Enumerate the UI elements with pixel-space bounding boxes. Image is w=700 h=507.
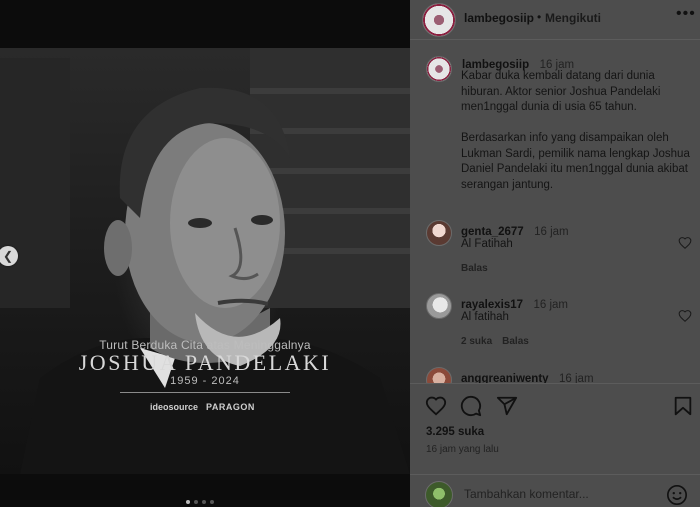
comments-list[interactable]: lambegosiip 16 jam Kabar duka kembali da… bbox=[410, 41, 700, 383]
ideosource-logo: ideosource bbox=[150, 402, 199, 412]
comment-time: 16 jam bbox=[559, 373, 594, 383]
comment-icon[interactable] bbox=[460, 395, 482, 417]
more-options-icon[interactable]: ••• bbox=[676, 5, 696, 23]
emoji-icon[interactable] bbox=[666, 484, 688, 506]
add-comment-bar bbox=[410, 474, 700, 507]
portrait-illustration bbox=[20, 87, 410, 474]
like-comment-heart-icon[interactable] bbox=[678, 309, 692, 323]
post-header: lambegosiip • Mengikuti ••• bbox=[410, 0, 700, 40]
header-separator: • bbox=[537, 10, 542, 24]
comment-username[interactable]: anggreaniwenty bbox=[461, 373, 549, 383]
reply-button[interactable]: Balas bbox=[502, 336, 529, 347]
following-button[interactable]: Mengikuti bbox=[545, 11, 601, 25]
carousel-indicator bbox=[186, 500, 214, 504]
chevron-left-icon: ❮ bbox=[2, 249, 14, 263]
commenter-avatar[interactable] bbox=[426, 367, 452, 383]
author-username[interactable]: lambegosiip bbox=[464, 11, 534, 25]
bookmark-icon[interactable] bbox=[672, 395, 694, 417]
like-comment-heart-icon[interactable] bbox=[678, 236, 692, 250]
share-icon[interactable] bbox=[496, 395, 518, 417]
post-side-panel: lambegosiip • Mengikuti ••• lambegosiip … bbox=[410, 0, 700, 507]
carousel-dot bbox=[210, 500, 214, 504]
carousel-dot bbox=[194, 500, 198, 504]
carousel-dot-active bbox=[186, 500, 190, 504]
paragon-logo: PARAGON bbox=[206, 402, 255, 412]
author-avatar[interactable] bbox=[422, 3, 456, 37]
comment-time: 16 jam bbox=[534, 226, 569, 238]
heart-icon[interactable] bbox=[425, 395, 447, 417]
carousel-dot bbox=[202, 500, 206, 504]
post-photo bbox=[0, 48, 410, 474]
commenter-avatar[interactable] bbox=[426, 220, 452, 246]
tribute-years: 1959 - 2024 bbox=[170, 375, 240, 387]
comment-likes[interactable]: 2 suka bbox=[461, 336, 492, 347]
tribute-name: JOSHUA PANDELAKI bbox=[78, 350, 332, 375]
current-user-avatar bbox=[425, 481, 453, 507]
likes-count[interactable]: 3.295 suka bbox=[426, 426, 484, 438]
reply-button[interactable]: Balas bbox=[461, 263, 488, 274]
caption-text: Kabar duka kembali datang dari dunia hib… bbox=[461, 70, 690, 191]
tribute-divider bbox=[120, 392, 290, 393]
comment-text: Al Fatihah bbox=[461, 238, 513, 250]
post-timestamp: 16 jam yang lalu bbox=[426, 444, 499, 455]
comment-time: 16 jam bbox=[533, 299, 569, 311]
caption-author-avatar[interactable] bbox=[426, 56, 452, 82]
comment-input[interactable] bbox=[464, 485, 644, 503]
comment-text: Al fatihah bbox=[461, 311, 509, 323]
post-action-bar: 3.295 suka 16 jam yang lalu bbox=[410, 383, 700, 465]
commenter-avatar[interactable] bbox=[426, 293, 452, 319]
post-image-panel: Turut Berduka Cita atas Meninggalnya JOS… bbox=[0, 0, 410, 507]
